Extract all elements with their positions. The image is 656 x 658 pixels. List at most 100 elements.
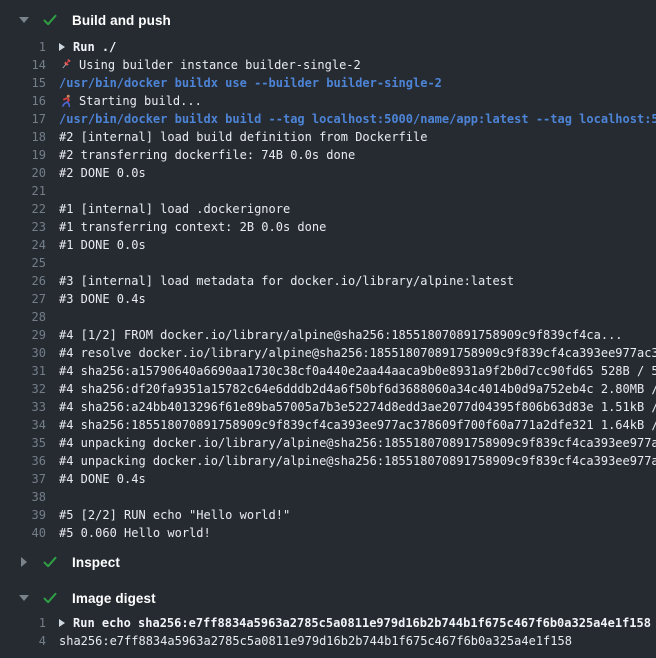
line-number[interactable]: 32 xyxy=(0,382,48,396)
line-number[interactable]: 30 xyxy=(0,346,48,360)
log-line: 1 Run echo sha256:e7ff8834a5963a2785c5a08… xyxy=(0,614,656,632)
line-number[interactable]: 16 xyxy=(0,94,48,108)
collapse-triangle-icon[interactable] xyxy=(18,595,30,601)
line-number[interactable]: 25 xyxy=(0,256,48,270)
line-number[interactable]: 29 xyxy=(0,328,48,342)
line-content: Starting build... xyxy=(48,94,656,108)
line-text: Run echo sha256:e7ff8834a5963a2785c5a081… xyxy=(73,616,651,630)
line-number[interactable]: 39 xyxy=(0,508,48,522)
line-content: #2 transferring dockerfile: 74B 0.0s don… xyxy=(48,148,656,162)
section-lines: 1 Run echo sha256:e7ff8834a5963a2785c5a08… xyxy=(0,614,656,650)
section-header[interactable]: Build and push xyxy=(0,2,656,38)
log-line: 4 sha256:e7ff8834a5963a2785c5a0811e979d16… xyxy=(0,632,656,650)
log-line: 16 Starting build... xyxy=(0,92,656,110)
log-line: 30 #4 resolve docker.io/library/alpine@sh… xyxy=(0,344,656,362)
line-content: #4 unpacking docker.io/library/alpine@sh… xyxy=(48,454,656,468)
section-lines: 1 Run ./ 14Using builder instance builder-… xyxy=(0,38,656,542)
line-number[interactable]: 14 xyxy=(0,58,48,72)
line-number[interactable]: 17 xyxy=(0,112,48,126)
log-line: 23#1 transferring context: 2B 0.0s done xyxy=(0,218,656,236)
line-text: #4 resolve docker.io/library/alpine@sha2… xyxy=(59,346,656,360)
line-text: Starting build... xyxy=(79,94,202,108)
section-header[interactable]: Inspect xyxy=(0,546,656,578)
line-number[interactable]: 19 xyxy=(0,148,48,162)
line-content: Using builder instance builder-single-2 xyxy=(48,58,656,72)
line-text: #4 sha256:a24bb4013296f61e89ba57005a7b3e… xyxy=(59,400,656,414)
line-content: #4 sha256:a15790640a6690aa1730c38cf0a440… xyxy=(48,364,656,378)
line-content: Run ./ xyxy=(48,40,656,54)
log-line: 29 #4 [1/2] FROM docker.io/library/alpine… xyxy=(0,326,656,344)
runner-icon xyxy=(59,94,73,108)
line-text: Run ./ xyxy=(73,40,116,54)
log-line: 19#2 transferring dockerfile: 74B 0.0s d… xyxy=(0,146,656,164)
log-section: Inspect xyxy=(0,546,656,578)
line-number[interactable]: 36 xyxy=(0,454,48,468)
line-text: #1 DONE 0.0s xyxy=(59,238,146,252)
line-text: #3 [internal] load metadata for docker.i… xyxy=(59,274,514,288)
log-line: 37 #4 DONE 0.4s xyxy=(0,470,656,488)
line-content: #3 DONE 0.4s xyxy=(48,292,656,306)
pushpin-icon xyxy=(59,58,73,72)
log-line: 17/usr/bin/docker buildx build --tag loc… xyxy=(0,110,656,128)
line-number[interactable]: 4 xyxy=(0,634,48,648)
line-number[interactable]: 28 xyxy=(0,310,48,324)
line-number[interactable]: 26 xyxy=(0,274,48,288)
line-number[interactable]: 35 xyxy=(0,436,48,450)
line-number[interactable]: 1 xyxy=(0,40,48,54)
log-line: 25 xyxy=(0,254,656,272)
line-content: #5 [2/2] RUN echo "Hello world!" xyxy=(48,508,656,522)
run-expand-icon[interactable] xyxy=(59,43,65,51)
log-line: 33 #4 sha256:a24bb4013296f61e89ba57005a7b… xyxy=(0,398,656,416)
line-text: #4 sha256:df20fa9351a15782c64e6dddb2d4a6… xyxy=(59,382,656,396)
line-text: #2 [internal] load build definition from… xyxy=(59,130,427,144)
line-number[interactable]: 38 xyxy=(0,490,48,504)
line-content: sha256:e7ff8834a5963a2785c5a0811e979d16b… xyxy=(48,634,656,648)
line-text: #2 DONE 0.0s xyxy=(59,166,146,180)
line-text: #5 0.060 Hello world! xyxy=(59,526,211,540)
line-number[interactable]: 40 xyxy=(0,526,48,540)
line-content: #2 [internal] load build definition from… xyxy=(48,130,656,144)
line-content: #1 [internal] load .dockerignore xyxy=(48,202,656,216)
line-number[interactable]: 27 xyxy=(0,292,48,306)
expand-triangle-icon[interactable] xyxy=(18,557,30,567)
collapse-triangle-icon[interactable] xyxy=(18,17,30,23)
line-number[interactable]: 23 xyxy=(0,220,48,234)
line-number[interactable]: 1 xyxy=(0,616,48,630)
line-number[interactable]: 21 xyxy=(0,184,48,198)
section-header[interactable]: Image digest xyxy=(0,582,656,614)
line-content: Run echo sha256:e7ff8834a5963a2785c5a081… xyxy=(48,616,656,630)
line-content: #1 DONE 0.0s xyxy=(48,238,656,252)
line-number[interactable]: 33 xyxy=(0,400,48,414)
line-text: #4 [1/2] FROM docker.io/library/alpine@s… xyxy=(59,328,623,342)
line-content: #3 [internal] load metadata for docker.i… xyxy=(48,274,656,288)
line-text: #4 DONE 0.4s xyxy=(59,472,146,486)
line-text: #3 DONE 0.4s xyxy=(59,292,146,306)
line-content: #4 sha256:df20fa9351a15782c64e6dddb2d4a6… xyxy=(48,382,656,396)
line-number[interactable]: 37 xyxy=(0,472,48,486)
line-text: sha256:e7ff8834a5963a2785c5a0811e979d16b… xyxy=(59,634,572,648)
line-content: #4 sha256:185518070891758909c9f839cf4ca3… xyxy=(48,418,656,432)
log-line: 24 #1 DONE 0.0s xyxy=(0,236,656,254)
log-line: 32 #4 sha256:df20fa9351a15782c64e6dddb2d4… xyxy=(0,380,656,398)
line-number[interactable]: 18 xyxy=(0,130,48,144)
line-number[interactable]: 15 xyxy=(0,76,48,90)
line-number[interactable]: 20 xyxy=(0,166,48,180)
run-expand-icon[interactable] xyxy=(59,619,65,627)
success-check-icon xyxy=(41,554,58,571)
line-number[interactable]: 22 xyxy=(0,202,48,216)
line-text: /usr/bin/docker buildx use --builder bui… xyxy=(59,76,442,90)
line-text: #4 unpacking docker.io/library/alpine@sh… xyxy=(59,436,656,450)
line-number[interactable]: 34 xyxy=(0,418,48,432)
line-content: #4 resolve docker.io/library/alpine@sha2… xyxy=(48,346,656,360)
log-line: 36#4 unpacking docker.io/library/alpine@… xyxy=(0,452,656,470)
line-content: /usr/bin/docker buildx build --tag local… xyxy=(48,112,656,126)
workflow-log-viewer: Build and push1Run ./14Using builder ins… xyxy=(0,2,656,650)
line-number[interactable]: 24 xyxy=(0,238,48,252)
line-content: #4 unpacking docker.io/library/alpine@sh… xyxy=(48,436,656,450)
section-title: Inspect xyxy=(72,555,120,570)
log-line: 1 Run ./ xyxy=(0,38,656,56)
line-number[interactable]: 31 xyxy=(0,364,48,378)
section-title: Image digest xyxy=(72,591,156,606)
success-check-icon xyxy=(41,590,58,607)
line-content: #4 [1/2] FROM docker.io/library/alpine@s… xyxy=(48,328,656,342)
